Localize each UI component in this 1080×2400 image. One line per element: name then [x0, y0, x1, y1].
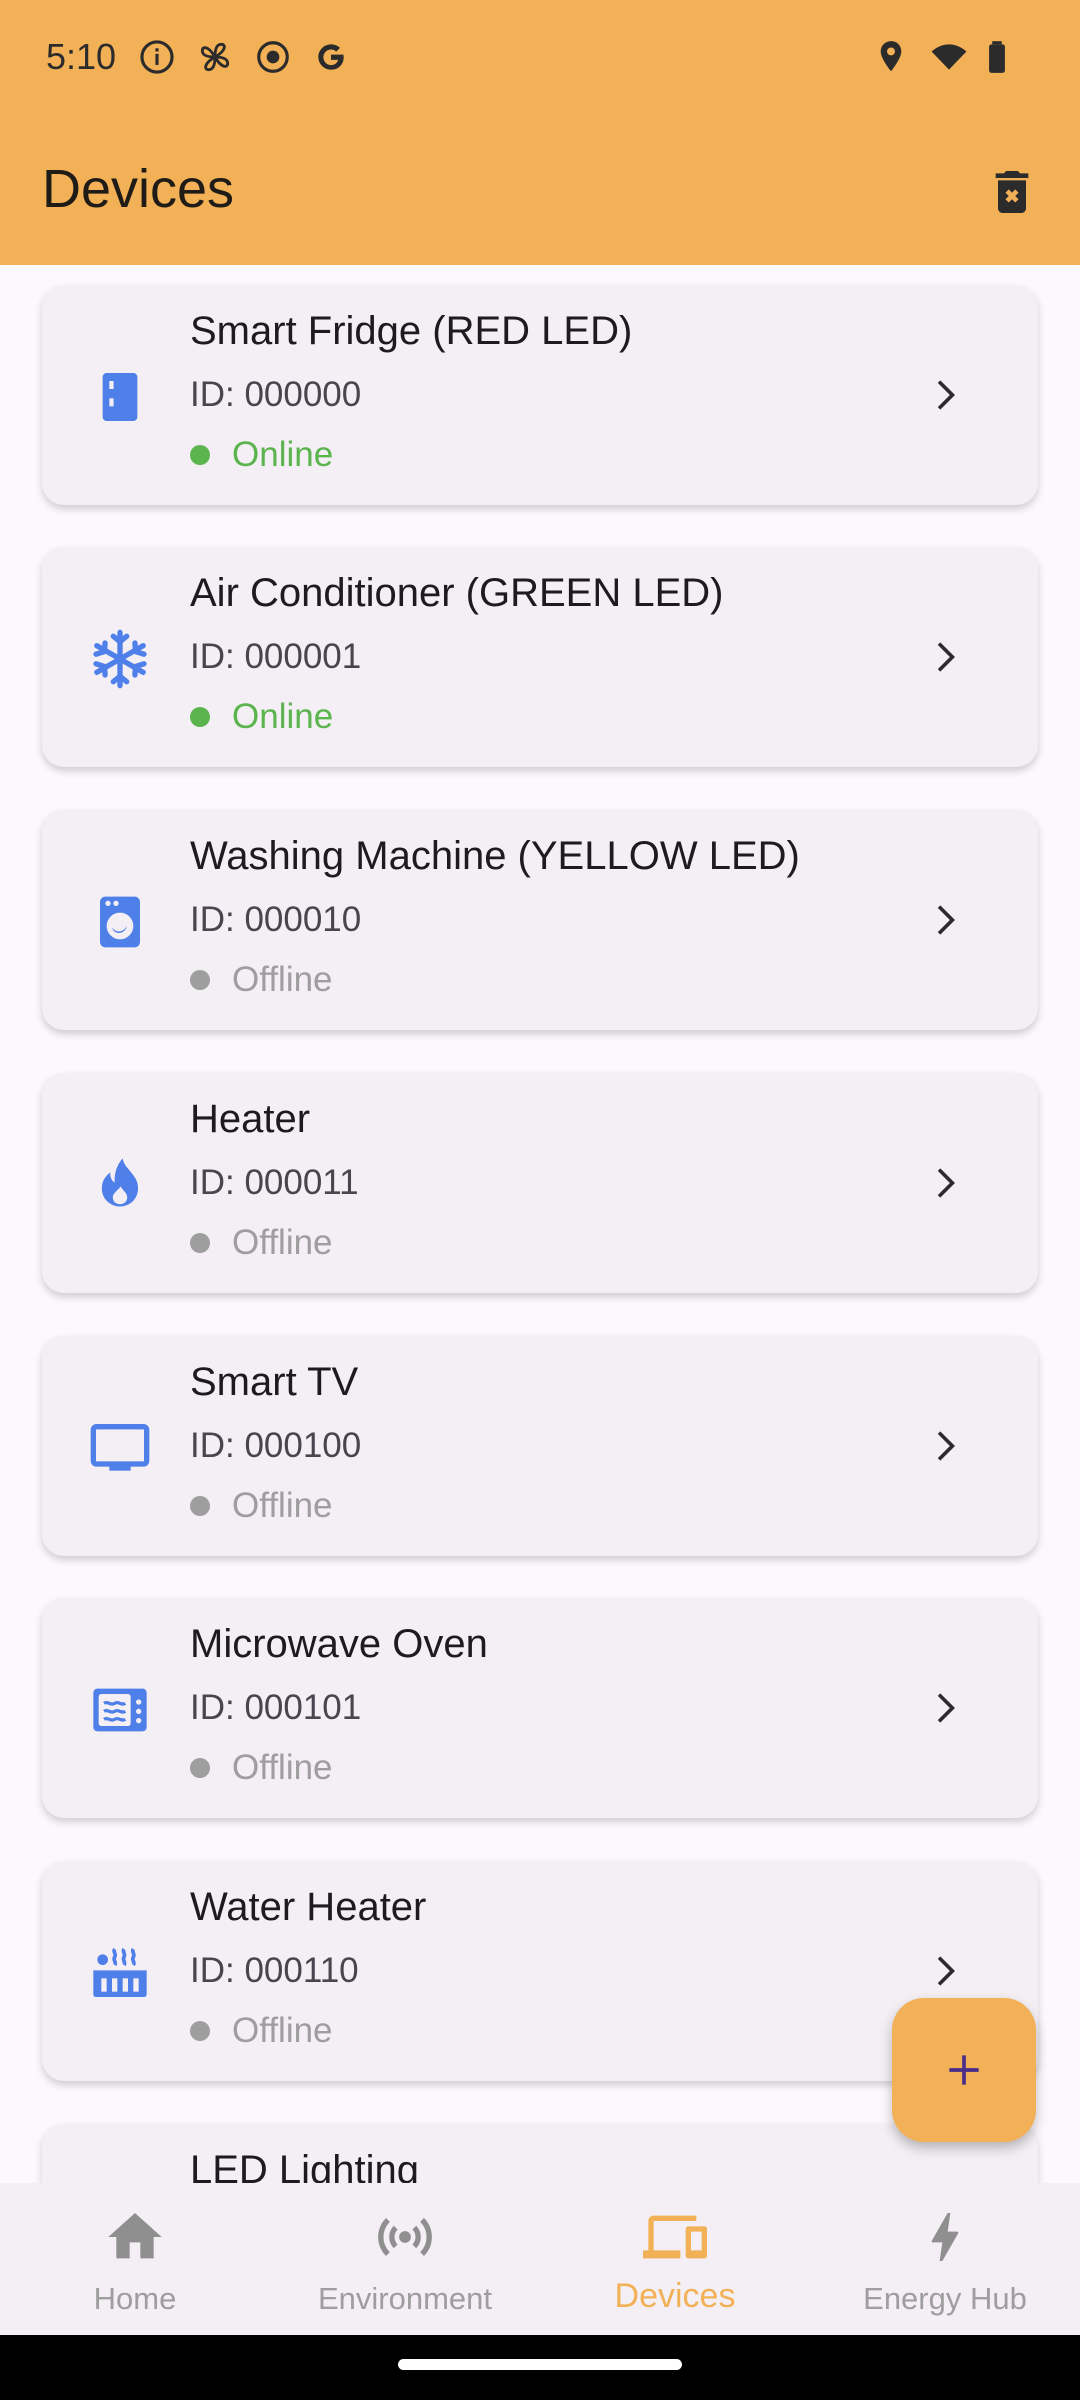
nav-label: Devices — [614, 2277, 736, 2315]
device-id: ID: 000100 — [190, 1426, 362, 1465]
home-icon — [108, 2213, 162, 2259]
nav-item-home[interactable]: Home — [0, 2183, 270, 2335]
chevron-right-icon[interactable] — [922, 1161, 966, 1205]
device-id: ID: 000000 — [190, 375, 362, 414]
hot-tub-icon — [93, 1947, 147, 1997]
status-badge: Online — [190, 435, 333, 475]
info-icon — [140, 40, 174, 74]
add-icon — [949, 2055, 979, 2085]
google-icon — [318, 44, 344, 70]
device-name: Smart Fridge (RED LED) — [190, 309, 633, 353]
chevron-right-icon[interactable] — [922, 1686, 966, 1730]
bottom-nav: Home Environment Devices Energy Hub — [0, 2183, 1080, 2335]
device-card[interactable]: Washing Machine (YELLOW LED) ID: 000010 … — [42, 810, 1038, 1030]
status-badge: Offline — [190, 1748, 333, 1788]
status-time: 5:10 — [46, 36, 117, 77]
fridge-icon — [102, 373, 138, 421]
location-icon — [880, 41, 902, 72]
chevron-right-icon[interactable] — [922, 898, 966, 942]
bolt-icon — [931, 2213, 959, 2261]
gesture-bar — [0, 2335, 1080, 2400]
microwave-icon — [93, 1688, 147, 1732]
device-card[interactable]: Water Heater ID: 000110 Offline — [42, 1861, 1038, 2081]
status-dot — [190, 970, 210, 990]
status-dot — [190, 1233, 210, 1253]
status-badge: Online — [190, 697, 333, 737]
status-dot — [190, 445, 210, 465]
add-device-button[interactable] — [892, 1998, 1036, 2142]
status-text: Offline — [232, 1486, 333, 1525]
device-id: ID: 000101 — [190, 1688, 362, 1727]
nav-item-energy-hub[interactable]: Energy Hub — [810, 2183, 1080, 2335]
device-name: Microwave Oven — [190, 1622, 488, 1666]
status-badge: Offline — [190, 960, 333, 1000]
status-bar: 5:10 — [0, 0, 1080, 120]
chevron-right-icon[interactable] — [922, 1424, 966, 1468]
device-name: Air Conditioner (GREEN LED) — [190, 571, 724, 615]
chevron-right-icon[interactable] — [922, 373, 966, 417]
tv-icon — [90, 1424, 150, 1471]
device-card[interactable]: Microwave Oven ID: 000101 Offline — [42, 1598, 1038, 1818]
fan-icon — [200, 42, 230, 72]
nav-label: Energy Hub — [863, 2281, 1027, 2316]
device-card[interactable]: Heater ID: 000011 Offline — [42, 1073, 1038, 1293]
status-badge: Offline — [190, 1223, 333, 1263]
status-badge: Offline — [190, 1486, 333, 1526]
nav-label: Environment — [317, 2281, 493, 2316]
battery-icon — [989, 41, 1005, 73]
device-card[interactable]: LED Lighting — [42, 2124, 1038, 2183]
device-card[interactable]: Air Conditioner (GREEN LED) ID: 000001 O… — [42, 547, 1038, 767]
gesture-handle[interactable] — [398, 2359, 682, 2370]
device-name: LED Lighting — [190, 2148, 420, 2183]
device-id: ID: 000010 — [190, 900, 362, 939]
chevron-right-icon[interactable] — [922, 635, 966, 679]
flame-icon — [101, 1158, 139, 1207]
device-name: Smart TV — [190, 1360, 359, 1404]
device-list[interactable]: Smart Fridge (RED LED) ID: 000000 Online… — [0, 265, 1080, 2183]
status-dot — [190, 2021, 210, 2041]
nav-item-devices[interactable]: Devices — [540, 2183, 810, 2335]
page-title: Devices — [42, 159, 235, 219]
delete-icon[interactable] — [984, 164, 1040, 220]
status-badge: Offline — [190, 2011, 333, 2051]
wifi-icon — [931, 44, 967, 70]
snowflake-icon — [93, 629, 147, 689]
chevron-right-icon[interactable] — [922, 1949, 966, 1993]
sensors-icon — [378, 2218, 432, 2256]
washing-machine-icon — [100, 896, 140, 948]
status-dot — [190, 1758, 210, 1778]
status-text: Online — [232, 435, 334, 474]
device-id: ID: 000011 — [190, 1163, 359, 1202]
nav-item-environment[interactable]: Environment — [270, 2183, 540, 2335]
device-card[interactable]: Smart TV ID: 000100 Offline — [42, 1336, 1038, 1556]
device-card[interactable]: Smart Fridge (RED LED) ID: 000000 Online — [42, 285, 1038, 505]
status-text: Online — [232, 697, 334, 736]
status-text: Offline — [232, 1748, 333, 1787]
device-id: ID: 000001 — [190, 637, 362, 676]
devices-icon — [643, 2215, 707, 2259]
device-name: Heater — [190, 1097, 311, 1141]
device-id: ID: 000110 — [190, 1951, 359, 1990]
status-dot — [190, 1496, 210, 1516]
app-bar: Devices — [0, 120, 1080, 265]
status-text: Offline — [232, 2011, 333, 2050]
status-text: Offline — [232, 960, 333, 999]
device-name: Washing Machine (YELLOW LED) — [190, 834, 800, 878]
record-icon — [257, 41, 289, 73]
status-text: Offline — [232, 1223, 333, 1262]
nav-label: Home — [93, 2281, 177, 2316]
device-name: Water Heater — [190, 1885, 427, 1929]
status-dot — [190, 707, 210, 727]
